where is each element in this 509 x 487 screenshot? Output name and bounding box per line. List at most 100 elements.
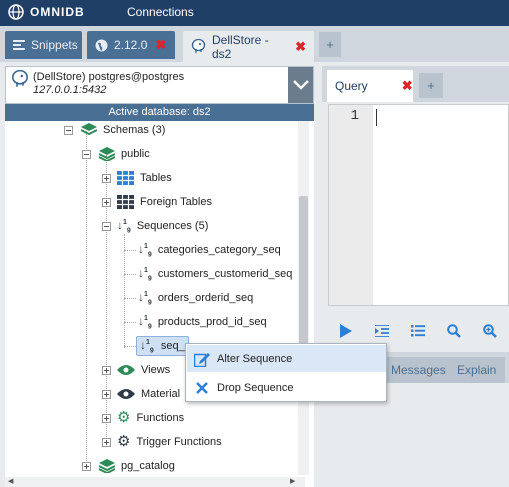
expand-toggle[interactable] — [102, 413, 111, 423]
menu-label: Alter Sequence — [217, 352, 293, 365]
alter-sequence-menu-item[interactable]: Alter Sequence — [187, 345, 386, 372]
close-icon[interactable]: ✖ — [295, 39, 306, 55]
connection-selector[interactable]: (DellStore) postgres@postgres 127.0.0.1:… — [5, 66, 314, 104]
tree-label: Views — [141, 364, 171, 376]
tree-node-views[interactable]: Views — [102, 359, 170, 381]
tree-node-functions[interactable]: ⚙ Functions — [102, 407, 184, 429]
list-icon — [13, 39, 25, 51]
scroll-left-icon[interactable]: ◀ — [8, 477, 13, 485]
layers-icon — [99, 147, 115, 161]
table-icon — [117, 171, 134, 185]
connections-link[interactable]: Connections — [127, 5, 194, 19]
tree-node-sequence-item[interactable]: ↓19 categories_category_seq — [138, 239, 281, 261]
sequence-icon: ↓19 — [138, 241, 152, 259]
edit-icon — [187, 351, 217, 367]
connection-title: (DellStore) postgres@postgres — [33, 71, 185, 83]
tree-label: Foreign Tables — [140, 196, 212, 208]
tab-explain[interactable]: Explain — [448, 357, 506, 383]
tab-label: Messages — [391, 363, 446, 377]
top-bar: OMNIDB Connections — [0, 0, 509, 26]
indent-icon[interactable] — [364, 325, 400, 337]
sequence-icon: ↓19 — [138, 313, 152, 331]
tree-node-sequences[interactable]: ↓19 Sequences (5) — [102, 215, 208, 237]
tree-node-materialized-views[interactable]: Material — [102, 383, 180, 405]
expand-toggle[interactable] — [102, 173, 111, 183]
globe-logo-icon — [8, 4, 24, 20]
tree-node-sequence-item-selected[interactable]: ↓19 seq_ — [136, 335, 189, 357]
expand-toggle[interactable] — [102, 197, 111, 207]
tree-node-sequence-item[interactable]: ↓19 customers_customerid_seq — [138, 263, 292, 285]
tree-node-tables[interactable]: Tables — [102, 167, 172, 189]
collapse-toggle[interactable] — [82, 149, 91, 159]
eye-icon — [117, 365, 135, 375]
tab-label: DellStore - ds2 — [212, 32, 269, 61]
foreign-table-icon — [117, 195, 134, 209]
sequence-icon: ↓19 — [140, 337, 154, 355]
query-tab-strip: Query ✖ + — [322, 66, 509, 102]
tree-horizontal-scrollbar[interactable]: ◀ ▶ — [5, 477, 305, 487]
add-tab-button[interactable]: + — [319, 32, 341, 57]
tab-label: Query — [335, 79, 368, 93]
scroll-right-icon[interactable]: ▶ — [290, 477, 295, 485]
line-number: 1 — [350, 108, 359, 124]
expand-toggle[interactable] — [82, 461, 91, 471]
close-icon — [187, 381, 217, 394]
sequence-icon: ↓19 — [138, 265, 152, 283]
tree-label: customers_customerid_seq — [157, 268, 293, 280]
tab-label: 2.12.0 — [114, 38, 148, 52]
tab-label: Snippets — [31, 38, 78, 52]
tree-node-sequence-item[interactable]: ↓19 products_prod_id_seq — [138, 311, 267, 333]
omnidb-logo[interactable]: OMNIDB — [8, 4, 85, 20]
list-icon[interactable] — [400, 325, 436, 337]
layers-icon — [99, 459, 115, 473]
eye-icon — [117, 389, 135, 399]
tree-label: Material — [141, 388, 181, 400]
sequence-icon: ↓19 — [117, 217, 131, 235]
tree-node-sequence-item[interactable]: ↓19 orders_orderid_seq — [138, 287, 253, 309]
expand-toggle[interactable] — [102, 365, 111, 375]
tree-node-trigger-functions[interactable]: ⚙ Trigger Functions — [102, 431, 222, 453]
tree-label: pg_catalog — [121, 460, 175, 472]
close-icon[interactable]: ✖ — [402, 78, 413, 94]
sql-editor[interactable]: 1 — [328, 104, 509, 306]
tab-dellstore[interactable]: DellStore - ds2 ✖ — [183, 31, 314, 62]
active-database-label: Active database: ds2 — [5, 104, 314, 121]
tab-label: Explain — [457, 363, 497, 377]
editor-gutter: 1 — [329, 105, 373, 305]
tree-node-pg-catalog[interactable]: pg_catalog — [82, 455, 175, 477]
tree-label: categories_category_seq — [157, 244, 281, 256]
chevron-down-icon[interactable] — [288, 67, 313, 103]
globe-icon — [95, 39, 108, 52]
tree-node-foreign-tables[interactable]: Foreign Tables — [102, 191, 212, 213]
close-icon[interactable]: ✖ — [155, 37, 166, 53]
tab-snippets[interactable]: Snippets — [5, 31, 82, 59]
drop-sequence-menu-item[interactable]: Drop Sequence — [187, 374, 386, 401]
tree-label: Trigger Functions — [136, 436, 222, 448]
query-toolbar — [328, 318, 509, 344]
search-icon[interactable] — [436, 324, 472, 338]
tab-version[interactable]: 2.12.0 ✖ — [87, 31, 175, 59]
tree-label: Functions — [136, 412, 185, 424]
tree-label: public — [121, 148, 150, 160]
layers-icon — [81, 123, 97, 136]
zoom-in-icon[interactable] — [472, 324, 508, 338]
collapse-toggle[interactable] — [64, 125, 73, 135]
tab-query[interactable]: Query ✖ — [327, 70, 413, 102]
run-icon[interactable] — [328, 324, 364, 338]
tree-node-schemas[interactable]: Schemas (3) — [64, 121, 165, 141]
main-tab-strip: Snippets 2.12.0 ✖ DellStore - ds2 ✖ — [0, 26, 509, 62]
tab-messages[interactable]: Messages — [382, 357, 455, 383]
tree-node-public[interactable]: public — [82, 143, 150, 165]
postgres-icon — [191, 39, 206, 54]
add-query-tab-button[interactable]: + — [419, 73, 443, 98]
gear-icon: ⚙ — [117, 433, 131, 450]
collapse-toggle[interactable] — [102, 221, 111, 231]
tree-label: products_prod_id_seq — [157, 316, 267, 328]
logo-text: OMNIDB — [30, 5, 85, 19]
selected-node[interactable]: ↓19 seq_ — [136, 335, 189, 357]
text-cursor — [376, 109, 377, 126]
expand-toggle[interactable] — [102, 389, 111, 399]
tree-vertical-scrollbar[interactable] — [298, 121, 309, 475]
tree-label: seq_ — [160, 339, 185, 352]
expand-toggle[interactable] — [102, 437, 111, 447]
